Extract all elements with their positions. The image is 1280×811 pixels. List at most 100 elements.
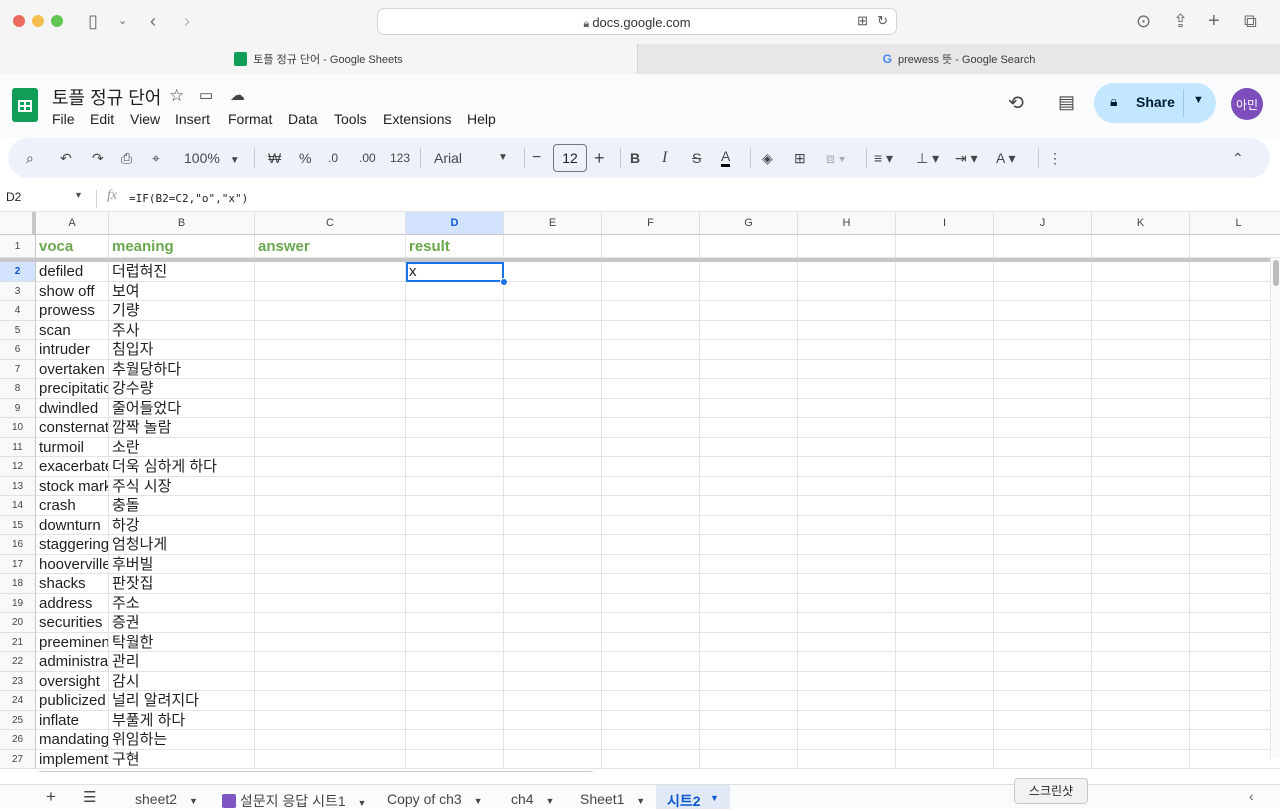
- meaning-cell[interactable]: 주소: [109, 593, 255, 613]
- cell[interactable]: [896, 574, 994, 594]
- cell[interactable]: [798, 320, 896, 340]
- cell[interactable]: [1092, 301, 1190, 321]
- more-formats-button[interactable]: 123: [390, 148, 410, 168]
- row-header[interactable]: 16: [0, 535, 36, 555]
- meaning-cell[interactable]: 부풀게 하다: [109, 710, 255, 730]
- result-cell[interactable]: [406, 554, 504, 574]
- paint-format-icon[interactable]: ⌖: [152, 148, 160, 168]
- cell[interactable]: [504, 671, 602, 691]
- cell[interactable]: [1190, 418, 1280, 438]
- cell[interactable]: [602, 476, 700, 496]
- cell[interactable]: [994, 671, 1092, 691]
- answer-cell[interactable]: [255, 671, 406, 691]
- cell[interactable]: [1190, 399, 1280, 418]
- cell[interactable]: [602, 749, 700, 769]
- cell[interactable]: [994, 574, 1092, 594]
- menu-view[interactable]: View: [130, 111, 160, 127]
- translate-icon[interactable]: ⊞: [857, 13, 868, 29]
- vocab-cell[interactable]: address: [36, 593, 109, 613]
- answer-cell[interactable]: [255, 535, 406, 555]
- cell[interactable]: [602, 730, 700, 750]
- cell[interactable]: [700, 340, 798, 360]
- cell[interactable]: [602, 418, 700, 438]
- result-cell[interactable]: [406, 535, 504, 555]
- cell[interactable]: [504, 235, 602, 258]
- column-header-e[interactable]: E: [504, 212, 602, 235]
- result-cell[interactable]: [406, 574, 504, 594]
- answer-cell[interactable]: [255, 437, 406, 457]
- cell[interactable]: [896, 398, 994, 418]
- italic-button[interactable]: I: [662, 148, 667, 168]
- menu-extensions[interactable]: Extensions: [383, 111, 451, 127]
- cell[interactable]: [1092, 281, 1190, 301]
- cell[interactable]: [602, 574, 700, 594]
- zoom-window-button[interactable]: [51, 15, 63, 27]
- cell[interactable]: [994, 476, 1092, 496]
- meaning-cell[interactable]: 추월당하다: [109, 359, 255, 379]
- cell[interactable]: [504, 418, 602, 438]
- browser-tab-sheets[interactable]: 토플 정규 단어 - Google Sheets: [0, 44, 637, 74]
- cell[interactable]: [994, 613, 1092, 633]
- cell[interactable]: [896, 710, 994, 730]
- cell[interactable]: [1190, 672, 1280, 691]
- result-cell[interactable]: [406, 340, 504, 360]
- menu-edit[interactable]: Edit: [90, 111, 114, 127]
- increase-decimal-button[interactable]: .00: [359, 148, 376, 168]
- cell[interactable]: [798, 496, 896, 516]
- move-folder-icon[interactable]: ▭: [199, 86, 213, 104]
- cell[interactable]: [1092, 235, 1190, 258]
- cell[interactable]: [994, 632, 1092, 652]
- cell[interactable]: [1190, 340, 1280, 360]
- add-sheet-icon[interactable]: +: [46, 787, 56, 807]
- vertical-align-icon[interactable]: ⊥ ▾: [916, 148, 939, 168]
- cell[interactable]: [1092, 730, 1190, 750]
- meaning-cell[interactable]: 주식 시장: [109, 476, 255, 496]
- cell[interactable]: [1190, 262, 1280, 282]
- cell[interactable]: [896, 730, 994, 750]
- cell[interactable]: [1190, 594, 1280, 613]
- meaning-cell[interactable]: 소란: [109, 437, 255, 457]
- cell[interactable]: [504, 379, 602, 399]
- vocab-cell[interactable]: securities: [36, 613, 109, 633]
- row-header[interactable]: 22: [0, 652, 36, 672]
- answer-cell[interactable]: [255, 476, 406, 496]
- cell[interactable]: [1190, 535, 1280, 555]
- answer-cell[interactable]: [255, 554, 406, 574]
- answer-cell[interactable]: [255, 515, 406, 535]
- cell[interactable]: [896, 340, 994, 360]
- cell[interactable]: [798, 574, 896, 594]
- answer-cell[interactable]: [255, 281, 406, 301]
- vocab-cell[interactable]: hoovervilles: [36, 554, 109, 574]
- cell[interactable]: [602, 515, 700, 535]
- answer-cell[interactable]: [255, 730, 406, 750]
- result-cell[interactable]: [406, 301, 504, 321]
- header-cell-voca[interactable]: voca: [36, 235, 109, 258]
- answer-cell[interactable]: [255, 749, 406, 769]
- cell[interactable]: [700, 730, 798, 750]
- borders-icon[interactable]: ⊞: [794, 148, 806, 168]
- cell[interactable]: [504, 749, 602, 769]
- cell[interactable]: [1092, 613, 1190, 633]
- cell[interactable]: [700, 320, 798, 340]
- version-history-icon[interactable]: ⟲: [1008, 92, 1024, 115]
- cell[interactable]: [1190, 711, 1280, 730]
- cell[interactable]: [700, 535, 798, 555]
- vocab-cell[interactable]: inflate: [36, 710, 109, 730]
- cell[interactable]: [896, 593, 994, 613]
- row-header[interactable]: 6: [0, 340, 36, 360]
- cell[interactable]: [1092, 632, 1190, 652]
- result-cell[interactable]: [406, 437, 504, 457]
- answer-cell[interactable]: [255, 691, 406, 711]
- currency-format-button[interactable]: ₩: [268, 148, 281, 168]
- sheet-tab-ch4[interactable]: ch4 ▼: [511, 791, 554, 807]
- row-header[interactable]: 8: [0, 379, 36, 399]
- row-header[interactable]: 12: [0, 457, 36, 477]
- cell[interactable]: [1092, 320, 1190, 340]
- meaning-cell[interactable]: 침입자: [109, 340, 255, 360]
- cell[interactable]: [602, 437, 700, 457]
- cell[interactable]: [896, 301, 994, 321]
- result-cell[interactable]: [406, 671, 504, 691]
- cell[interactable]: [994, 710, 1092, 730]
- cell[interactable]: [994, 235, 1092, 258]
- menu-help[interactable]: Help: [467, 111, 496, 127]
